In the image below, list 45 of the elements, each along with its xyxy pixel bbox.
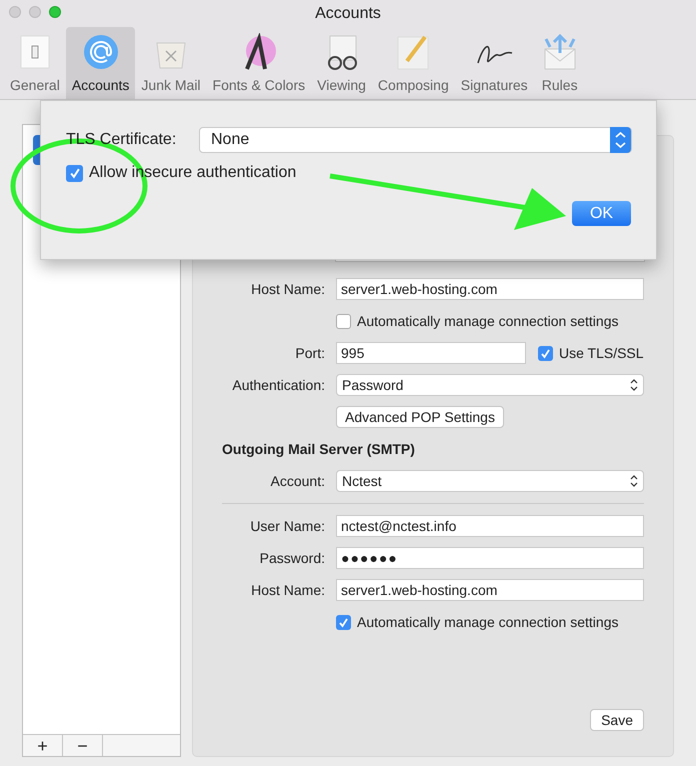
field-label: Authentication: [232, 376, 325, 394]
minimize-button[interactable] [29, 6, 41, 18]
checkbox-label: Automatically manage connection settings [357, 312, 618, 331]
field-label: Account: [270, 472, 325, 490]
tls-popup[interactable]: None [199, 127, 632, 153]
stepper-icon [630, 379, 638, 391]
section-heading: Outgoing Mail Server (SMTP) [222, 440, 415, 459]
field-label: Host Name: [251, 280, 325, 298]
text-field[interactable]: nctest@nctest.info [336, 515, 644, 537]
toolbar-tab[interactable]: Composing [372, 27, 455, 99]
list-button[interactable]: + [23, 735, 63, 756]
text-field[interactable]: server1.web-hosting.com [336, 579, 644, 601]
toolbar-tab[interactable]: Rules [534, 27, 586, 99]
advanced-settings-button[interactable]: Advanced POP Settings [336, 406, 504, 428]
stepper-icon [610, 127, 631, 153]
checkbox[interactable] [336, 314, 351, 328]
toolbar-tab[interactable]: Accounts [66, 27, 136, 99]
field-label: Password: [260, 548, 325, 568]
close-button[interactable] [9, 6, 21, 18]
stepper-icon [630, 475, 638, 487]
checkbox[interactable] [538, 346, 553, 360]
field-label: Port: [295, 344, 325, 362]
toolbar-tab[interactable]: Junk Mail [135, 27, 207, 99]
toolbar-tab[interactable]: General [4, 27, 66, 99]
save-button[interactable]: Save [590, 709, 644, 731]
zoom-button[interactable] [49, 6, 61, 18]
toolbar-tab[interactable]: Fonts & Colors [206, 27, 312, 99]
popup-menu[interactable]: Password [336, 374, 644, 396]
text-field[interactable]: server1.web-hosting.com [336, 278, 644, 300]
checkmark-icon [68, 167, 80, 179]
checkmark-icon [540, 348, 551, 358]
checkmark-icon [338, 616, 349, 628]
checkbox[interactable] [336, 614, 351, 630]
window-title: Accounts [315, 4, 381, 24]
port-field[interactable]: 995 [336, 342, 526, 364]
list-button[interactable]: − [63, 735, 103, 756]
toolbar-tab[interactable]: Signatures [454, 27, 534, 99]
popup-menu[interactable]: Nctest [336, 470, 644, 492]
field-label: Host Name: [251, 580, 325, 600]
checkbox-label: Use TLS/SSL [559, 344, 644, 362]
password-field[interactable]: ●●●●●● [336, 547, 644, 569]
checkbox-label: Automatically manage connection settings [357, 612, 618, 632]
checkbox[interactable] [66, 164, 83, 182]
toolbar-tab[interactable]: Viewing [311, 27, 372, 99]
field-label: User Name: [250, 516, 325, 536]
